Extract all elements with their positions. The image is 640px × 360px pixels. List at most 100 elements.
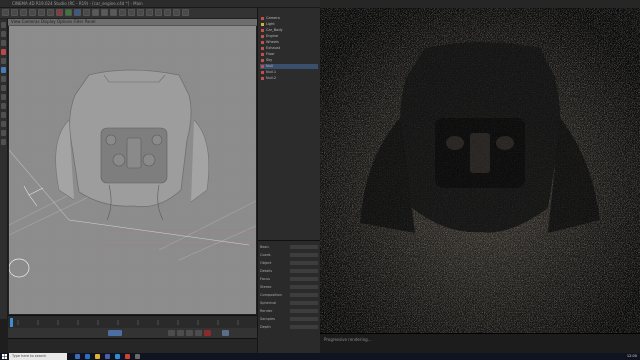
tool-icon[interactable] (1, 121, 6, 127)
render-pv-icon[interactable] (101, 9, 108, 16)
task-view-icon[interactable] (75, 354, 80, 359)
axis-z-icon[interactable] (74, 9, 81, 16)
app-icon[interactable] (115, 354, 120, 359)
attr-field[interactable] (290, 293, 318, 297)
object-row[interactable]: Engine (260, 34, 318, 39)
tool-icon[interactable] (1, 85, 6, 91)
object-row[interactable]: Light (260, 22, 318, 27)
attr-field[interactable] (290, 261, 318, 265)
play-icon[interactable] (186, 330, 193, 336)
object-row[interactable]: Exhaust (260, 46, 318, 51)
attr-row[interactable]: Samples (260, 317, 319, 322)
scene-icon[interactable] (164, 9, 171, 16)
attribute-manager[interactable]: Basic Coord. Object Details Focus Stereo… (257, 240, 321, 354)
spline-icon[interactable] (128, 9, 135, 16)
render-view-icon[interactable] (92, 9, 99, 16)
edge-icon[interactable] (85, 354, 90, 359)
undo-icon[interactable] (2, 9, 9, 16)
app-icon[interactable] (135, 354, 140, 359)
viewport-menu[interactable]: View Cameras Display Options Filter Pane… (11, 19, 96, 24)
coord-icon[interactable] (83, 9, 90, 16)
object-icon (261, 53, 264, 56)
object-row[interactable]: Floor (260, 52, 318, 57)
attr-field[interactable] (290, 309, 318, 313)
attr-row[interactable]: Focus (260, 277, 319, 282)
tool-icon[interactable] (1, 58, 6, 64)
attr-field[interactable] (290, 253, 318, 257)
taskbar-search-box[interactable]: Type here to search (9, 353, 67, 360)
record-icon[interactable] (204, 330, 211, 336)
go-to-start-icon[interactable] (168, 330, 175, 336)
menu-bar: CINEMA 4D R19.024 Studio (RC - R19) - [c… (0, 0, 320, 8)
render-image[interactable] (320, 8, 640, 333)
tool-icon[interactable] (1, 49, 6, 55)
rotate-icon[interactable] (47, 9, 54, 16)
select-icon[interactable] (20, 9, 27, 16)
tool-icon[interactable] (1, 112, 6, 118)
attr-row[interactable]: Render (260, 309, 319, 314)
clock[interactable]: 12:00 (627, 354, 637, 358)
attr-row[interactable]: Details (260, 269, 319, 274)
attr-field[interactable] (290, 245, 318, 249)
tool-icon[interactable] (1, 76, 6, 82)
attr-row[interactable]: Coord. (260, 253, 319, 258)
window-title: CINEMA 4D R19.024 Studio (RC - R19) - [c… (12, 1, 143, 6)
nurbs-icon[interactable] (137, 9, 144, 16)
attr-field[interactable] (290, 317, 318, 321)
left-tool-palette (0, 19, 8, 319)
redo-icon[interactable] (11, 9, 18, 16)
object-icon (261, 77, 264, 80)
object-row[interactable]: Null.2 (260, 76, 318, 81)
playback-controls (8, 328, 257, 338)
tool-icon[interactable] (1, 31, 6, 37)
camera-icon[interactable] (173, 9, 180, 16)
tool-icon[interactable] (1, 139, 6, 145)
explorer-icon[interactable] (95, 354, 100, 359)
attr-row[interactable]: Composition (260, 293, 319, 298)
tool-icon[interactable] (1, 103, 6, 109)
object-row[interactable]: Null (260, 64, 318, 69)
tool-icon[interactable] (1, 22, 6, 28)
object-manager[interactable]: Camera Light Car_Body Engine Wheels Exha… (257, 8, 321, 240)
keyframe-icon[interactable] (222, 330, 229, 336)
tool-icon[interactable] (1, 67, 6, 73)
attr-field[interactable] (290, 269, 318, 273)
object-row[interactable]: Sky (260, 58, 318, 63)
timeline[interactable] (8, 315, 257, 329)
material-manager[interactable] (8, 338, 257, 354)
object-row[interactable]: Car_Body (260, 28, 318, 33)
step-forward-icon[interactable] (195, 330, 202, 336)
attr-row[interactable]: Basic (260, 245, 319, 250)
object-row[interactable]: Camera (260, 16, 318, 21)
light-icon[interactable] (182, 9, 189, 16)
tool-icon[interactable] (1, 94, 6, 100)
attr-field[interactable] (290, 285, 318, 289)
object-row[interactable]: Wheels (260, 40, 318, 45)
object-row[interactable]: Null.1 (260, 70, 318, 75)
attr-field[interactable] (290, 325, 318, 329)
step-back-icon[interactable] (177, 330, 184, 336)
app-icon[interactable] (125, 354, 130, 359)
object-icon (261, 71, 264, 74)
tool-icon[interactable] (1, 130, 6, 136)
attr-row[interactable]: Spherical (260, 301, 319, 306)
cinema4d-icon[interactable] (105, 354, 110, 359)
deformer-icon[interactable] (155, 9, 162, 16)
attr-field[interactable] (290, 301, 318, 305)
attr-row[interactable]: Depth (260, 325, 319, 330)
axis-x-icon[interactable] (56, 9, 63, 16)
axis-y-icon[interactable] (65, 9, 72, 16)
windows-start-icon[interactable] (2, 354, 7, 359)
move-icon[interactable] (29, 9, 36, 16)
render-settings-icon[interactable] (110, 9, 117, 16)
viewport-header[interactable]: View Cameras Display Options Filter Pane… (8, 19, 257, 26)
cube-icon[interactable] (119, 9, 126, 16)
3d-viewport[interactable] (8, 19, 257, 315)
attr-row[interactable]: Stereo (260, 285, 319, 290)
tool-icon[interactable] (1, 40, 6, 46)
array-icon[interactable] (146, 9, 153, 16)
frame-field[interactable] (108, 330, 122, 336)
attr-row[interactable]: Object (260, 261, 319, 266)
scale-icon[interactable] (38, 9, 45, 16)
attr-field[interactable] (290, 277, 318, 281)
